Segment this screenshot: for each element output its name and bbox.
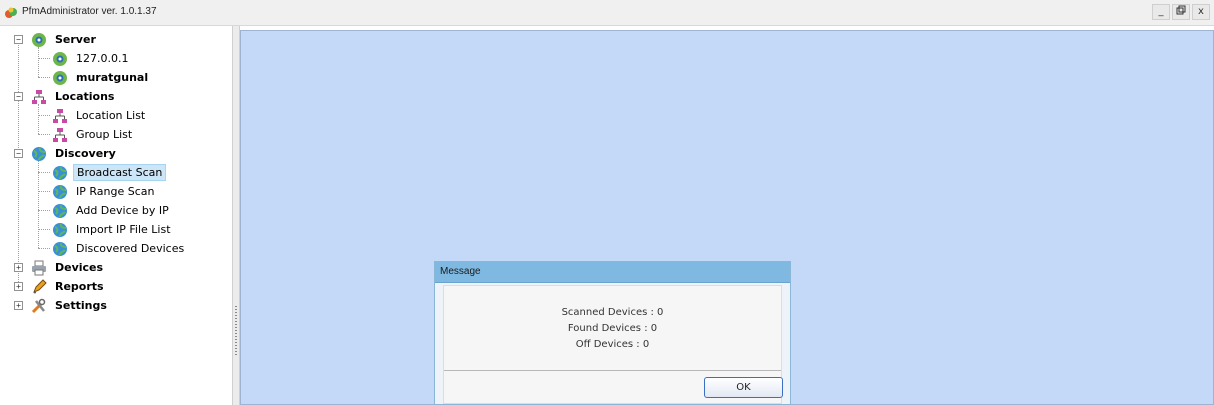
tree-node-ip-range-scan[interactable]: IP Range Scan: [52, 182, 157, 201]
window-controls: _ x: [1152, 4, 1210, 20]
collapse-server-toggle[interactable]: −: [14, 35, 23, 44]
tree-node-broadcast-scan[interactable]: Broadcast Scan: [52, 163, 167, 182]
tree-node-server[interactable]: Server: [31, 30, 99, 49]
tree-node-discovered-devices[interactable]: Discovered Devices: [52, 239, 187, 258]
printer-icon: [32, 260, 46, 275]
server-child-label: 127.0.0.1: [76, 52, 129, 65]
globe-search-icon: [53, 203, 67, 218]
globe-search-icon: [53, 165, 67, 180]
devices-label: Devices: [55, 261, 104, 274]
globe-search-icon: [53, 222, 67, 237]
tree-line: [18, 38, 19, 288]
restore-button[interactable]: [1172, 4, 1190, 20]
discovery-child-label: Broadcast Scan: [73, 164, 167, 181]
tree-node-add-device-by-ip[interactable]: Add Device by IP: [52, 201, 172, 220]
tree-line: [38, 172, 50, 173]
tree-line: [38, 58, 50, 59]
tree-line: [38, 104, 39, 134]
tree-node-locations[interactable]: Locations: [31, 87, 117, 106]
dialog-body: Scanned Devices : 0 Found Devices : 0 Of…: [443, 285, 783, 404]
collapse-locations-toggle[interactable]: −: [14, 92, 23, 101]
tree-node-discovery[interactable]: Discovery: [31, 144, 119, 163]
window-title: PfmAdministrator ver. 1.0.1.37: [22, 6, 157, 17]
server-icon: [53, 51, 67, 66]
tree-node-server-host[interactable]: muratgunal: [52, 68, 151, 87]
discovery-child-label: Add Device by IP: [76, 204, 169, 217]
tree-line: [38, 210, 50, 211]
tree-line: [38, 115, 50, 116]
reports-label: Reports: [55, 280, 104, 293]
globe-search-icon: [53, 241, 67, 256]
found-devices-text: Found Devices : 0: [567, 323, 658, 334]
discovery-label: Discovery: [55, 147, 116, 160]
close-button[interactable]: x: [1192, 4, 1210, 20]
off-devices-text: Off Devices : 0: [575, 339, 650, 350]
expand-devices-toggle[interactable]: +: [14, 263, 23, 272]
tree-node-devices[interactable]: Devices: [31, 258, 106, 277]
network-hierarchy-icon: [53, 127, 67, 142]
server-label: Server: [55, 33, 96, 46]
app-icon: [5, 7, 17, 18]
globe-search-icon: [32, 146, 46, 161]
dialog-title: Message: [440, 266, 481, 277]
locations-child-label: Location List: [76, 109, 146, 122]
tree-node-location-list[interactable]: Location List: [52, 106, 148, 125]
globe-search-icon: [53, 184, 67, 199]
navigation-tree: − Server 127.0.0.1 muratgunal − Location…: [0, 26, 232, 405]
locations-child-label: Group List: [76, 128, 133, 141]
tree-line: [38, 134, 50, 135]
dialog-separator: [444, 370, 781, 371]
expand-settings-toggle[interactable]: +: [14, 301, 23, 310]
collapse-discovery-toggle[interactable]: −: [14, 149, 23, 158]
network-hierarchy-icon: [32, 89, 46, 104]
discovery-child-label: Discovered Devices: [76, 242, 185, 255]
restore-icon: [1176, 5, 1186, 15]
tree-line: [38, 47, 39, 77]
tree-line: [38, 248, 50, 249]
tree-line: [38, 229, 50, 230]
tree-line: [38, 191, 50, 192]
tree-node-group-list[interactable]: Group List: [52, 125, 135, 144]
tree-line: [38, 161, 39, 248]
server-icon: [53, 70, 67, 85]
locations-label: Locations: [55, 90, 115, 103]
splitter-grip[interactable]: [235, 306, 237, 356]
panel-splitter[interactable]: [232, 26, 240, 405]
ok-button[interactable]: OK: [704, 377, 783, 398]
message-dialog: Message Scanned Devices : 0 Found Device…: [434, 261, 791, 405]
tree-node-settings[interactable]: Settings: [31, 296, 110, 315]
tree-node-import-ip-file-list[interactable]: Import IP File List: [52, 220, 174, 239]
tree-node-reports[interactable]: Reports: [31, 277, 107, 296]
network-hierarchy-icon: [53, 108, 67, 123]
scanned-devices-text: Scanned Devices : 0: [561, 307, 664, 318]
minimize-button[interactable]: _: [1152, 4, 1170, 20]
dialog-header[interactable]: Message: [435, 262, 790, 283]
title-bar: PfmAdministrator ver. 1.0.1.37 _ x: [0, 0, 1214, 26]
expand-reports-toggle[interactable]: +: [14, 282, 23, 291]
pen-icon: [33, 278, 47, 294]
tools-icon: [31, 298, 46, 313]
tree-node-server-localhost[interactable]: 127.0.0.1: [52, 49, 131, 68]
discovery-child-label: IP Range Scan: [76, 185, 155, 198]
settings-label: Settings: [55, 299, 107, 312]
server-icon: [32, 32, 46, 47]
discovery-child-label: Import IP File List: [76, 223, 171, 236]
server-child-label: muratgunal: [76, 71, 149, 84]
tree-line: [38, 77, 50, 78]
